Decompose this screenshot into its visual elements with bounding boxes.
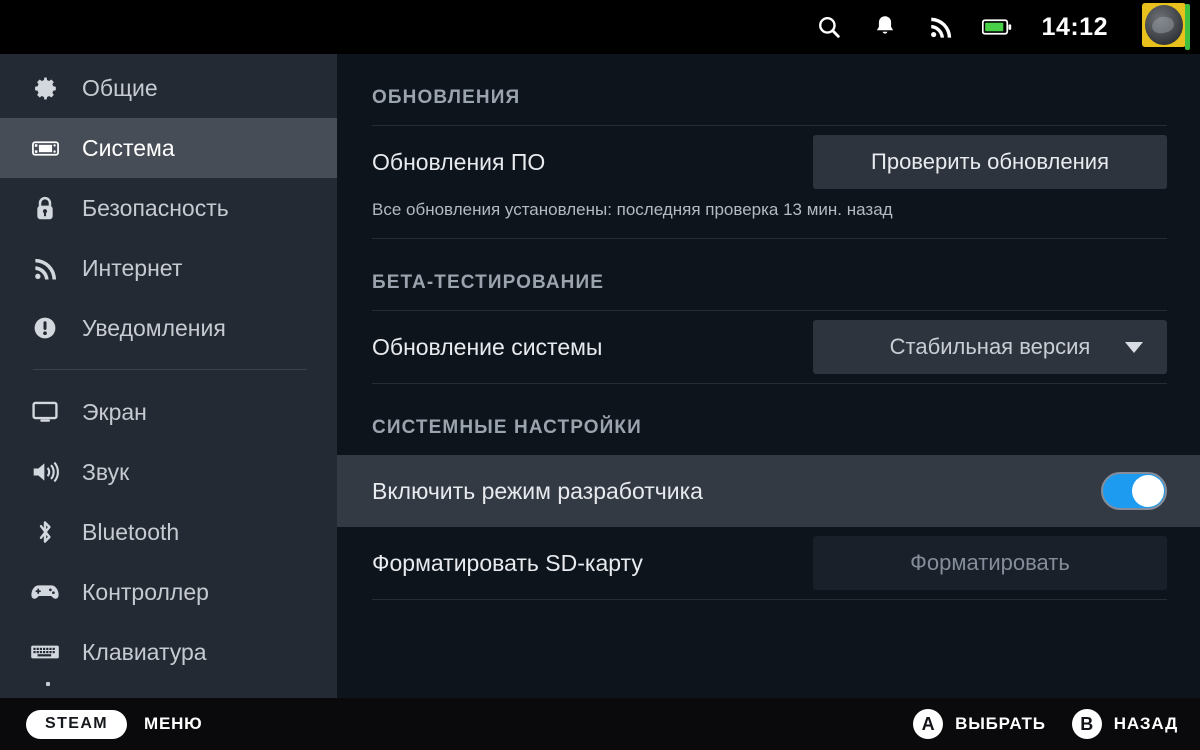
section-title-beta: БЕТА-ТЕСТИРОВАНИЕ (372, 272, 605, 293)
sidebar-item-notifications[interactable]: Уведомления (0, 298, 337, 358)
updates-status-text: Все обновления установлены: последняя пр… (372, 200, 893, 219)
speaker-icon (30, 457, 60, 487)
footer-left-group[interactable]: STEAM МЕНЮ (26, 709, 203, 739)
main-body: Общие Система Безопасность Интернет Увед… (0, 54, 1200, 698)
online-status-indicator (1185, 4, 1190, 50)
sidebar-item-label: Клавиатура (82, 638, 207, 665)
avatar[interactable] (1142, 3, 1190, 51)
sidebar-item-label: Экран (82, 398, 147, 425)
sidebar-divider (33, 369, 307, 370)
a-button-icon: A (913, 709, 944, 739)
gear-icon (30, 73, 60, 103)
sidebar-item-label: Система (82, 134, 175, 161)
steam-button-pill[interactable]: STEAM (26, 709, 127, 739)
section-title-system-settings: СИСТЕМНЫЕ НАСТРОЙКИ (372, 417, 642, 438)
toggle-knob (1132, 475, 1164, 507)
steamdeck-icon (30, 133, 60, 163)
row-format-sd-card: Форматировать SD-карту Форматировать (372, 527, 1167, 599)
settings-content: ОБНОВЛЕНИЯ Обновления ПО Проверить обнов… (337, 54, 1200, 698)
wifi-icon (30, 253, 60, 283)
clock: 14:12 (1041, 12, 1108, 41)
avatar-face (1145, 5, 1183, 45)
sidebar-item-label: Звук (82, 458, 130, 485)
sidebar-item-bluetooth[interactable]: Bluetooth (0, 502, 337, 562)
row-developer-mode[interactable]: Включить режим разработчика (337, 455, 1200, 527)
search-icon[interactable] (814, 12, 844, 42)
steam-deck-settings-screen: 14:12 Общие Система Безопасность Интерне… (0, 0, 1200, 750)
battery-icon[interactable] (981, 12, 1012, 42)
row-system-update-channel: Обновление системы Стабильная версия (372, 311, 1167, 383)
footer-bar: STEAM МЕНЮ A ВЫБРАТЬ B НАЗАД (0, 698, 1200, 750)
row-label: Включить режим разработчика (372, 477, 703, 504)
sidebar-item-sound[interactable]: Звук (0, 442, 337, 502)
alert-circle-icon (30, 313, 60, 343)
sidebar-item-label: Безопасность (82, 194, 229, 221)
row-label: Обновления ПО (372, 148, 546, 175)
lock-icon (30, 193, 60, 223)
update-channel-dropdown[interactable]: Стабильная версия (813, 320, 1167, 374)
section-title-updates: ОБНОВЛЕНИЯ (372, 87, 521, 108)
developer-mode-toggle[interactable] (1101, 472, 1167, 510)
check-updates-button[interactable]: Проверить обновления (813, 135, 1167, 189)
hint-label: ВЫБРАТЬ (955, 714, 1046, 733)
hint-back[interactable]: B НАЗАД (1071, 709, 1178, 739)
sidebar-item-label: Контроллер (82, 578, 209, 605)
sidebar-item-security[interactable]: Безопасность (0, 178, 337, 238)
avatar-image (1142, 3, 1186, 47)
partial-item-icon (46, 682, 50, 686)
status-bar: 14:12 (0, 0, 1200, 54)
footer-right-group: A ВЫБРАТЬ B НАЗАД (913, 709, 1178, 739)
section-divider (372, 599, 1167, 600)
bluetooth-icon (30, 517, 60, 547)
chevron-down-icon (1125, 341, 1143, 353)
sidebar-item-label: Общие (82, 74, 158, 101)
sidebar-item-keyboard[interactable]: Клавиатура (0, 622, 337, 682)
hint-label: НАЗАД (1113, 714, 1178, 733)
dropdown-value: Стабильная версия (889, 334, 1091, 359)
row-software-updates: Обновления ПО Проверить обновления (372, 126, 1167, 198)
sidebar-item-system[interactable]: Система (0, 118, 337, 178)
sidebar-item-controller[interactable]: Контроллер (0, 562, 337, 622)
b-button-icon: B (1071, 709, 1102, 739)
row-label: Форматировать SD-карту (372, 549, 643, 576)
footer-menu-label: МЕНЮ (144, 714, 203, 733)
sidebar-item-partial[interactable] (0, 682, 337, 696)
sidebar-item-label: Интернет (82, 254, 183, 281)
sidebar-item-general[interactable]: Общие (0, 58, 337, 118)
notification-bell-icon[interactable] (870, 12, 900, 42)
monitor-icon (30, 397, 60, 427)
status-icon-group: 14:12 (814, 3, 1190, 51)
sidebar-item-display[interactable]: Экран (0, 382, 337, 442)
sidebar-item-label: Bluetooth (82, 518, 180, 545)
sidebar-item-internet[interactable]: Интернет (0, 238, 337, 298)
settings-sidebar: Общие Система Безопасность Интернет Увед… (0, 54, 337, 698)
gamepad-icon (30, 577, 60, 607)
wifi-icon[interactable] (926, 12, 956, 42)
sidebar-item-label: Уведомления (82, 314, 226, 341)
keyboard-icon (30, 637, 60, 667)
hint-select[interactable]: A ВЫБРАТЬ (913, 709, 1046, 739)
row-label: Обновление системы (372, 333, 603, 360)
format-sd-card-button[interactable]: Форматировать (813, 536, 1167, 590)
